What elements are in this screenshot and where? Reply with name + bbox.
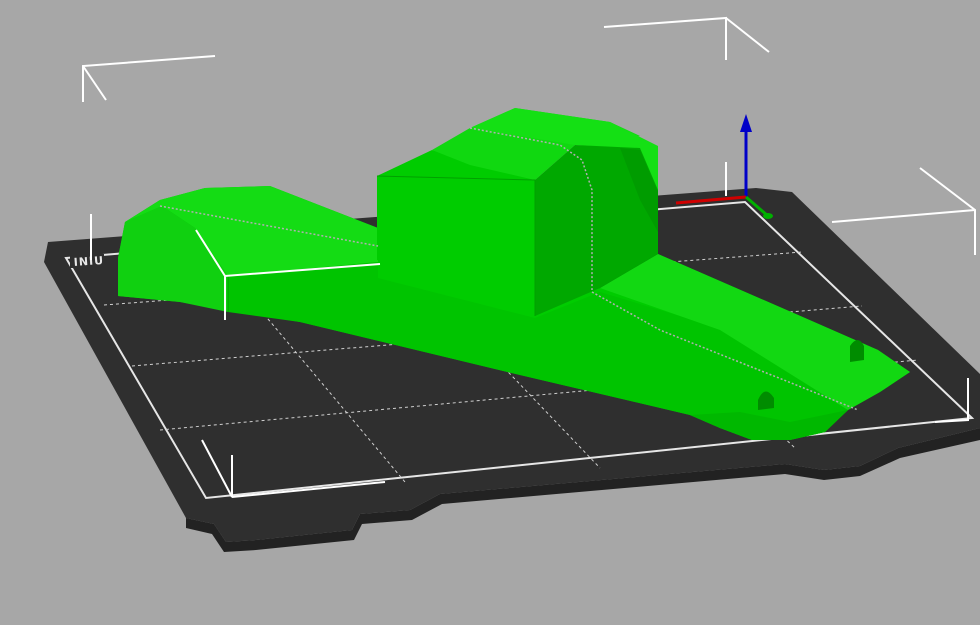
model-peg-2 bbox=[850, 340, 864, 362]
bed-logo-text: INIU bbox=[73, 254, 104, 269]
3d-viewport[interactable]: INIU bbox=[0, 0, 980, 625]
z-axis-arrow-icon bbox=[740, 114, 752, 132]
y-axis-arrow-icon bbox=[763, 213, 773, 219]
scene-canvas[interactable]: INIU bbox=[0, 0, 980, 625]
bbox-corner-top-right bbox=[603, 16, 727, 60]
